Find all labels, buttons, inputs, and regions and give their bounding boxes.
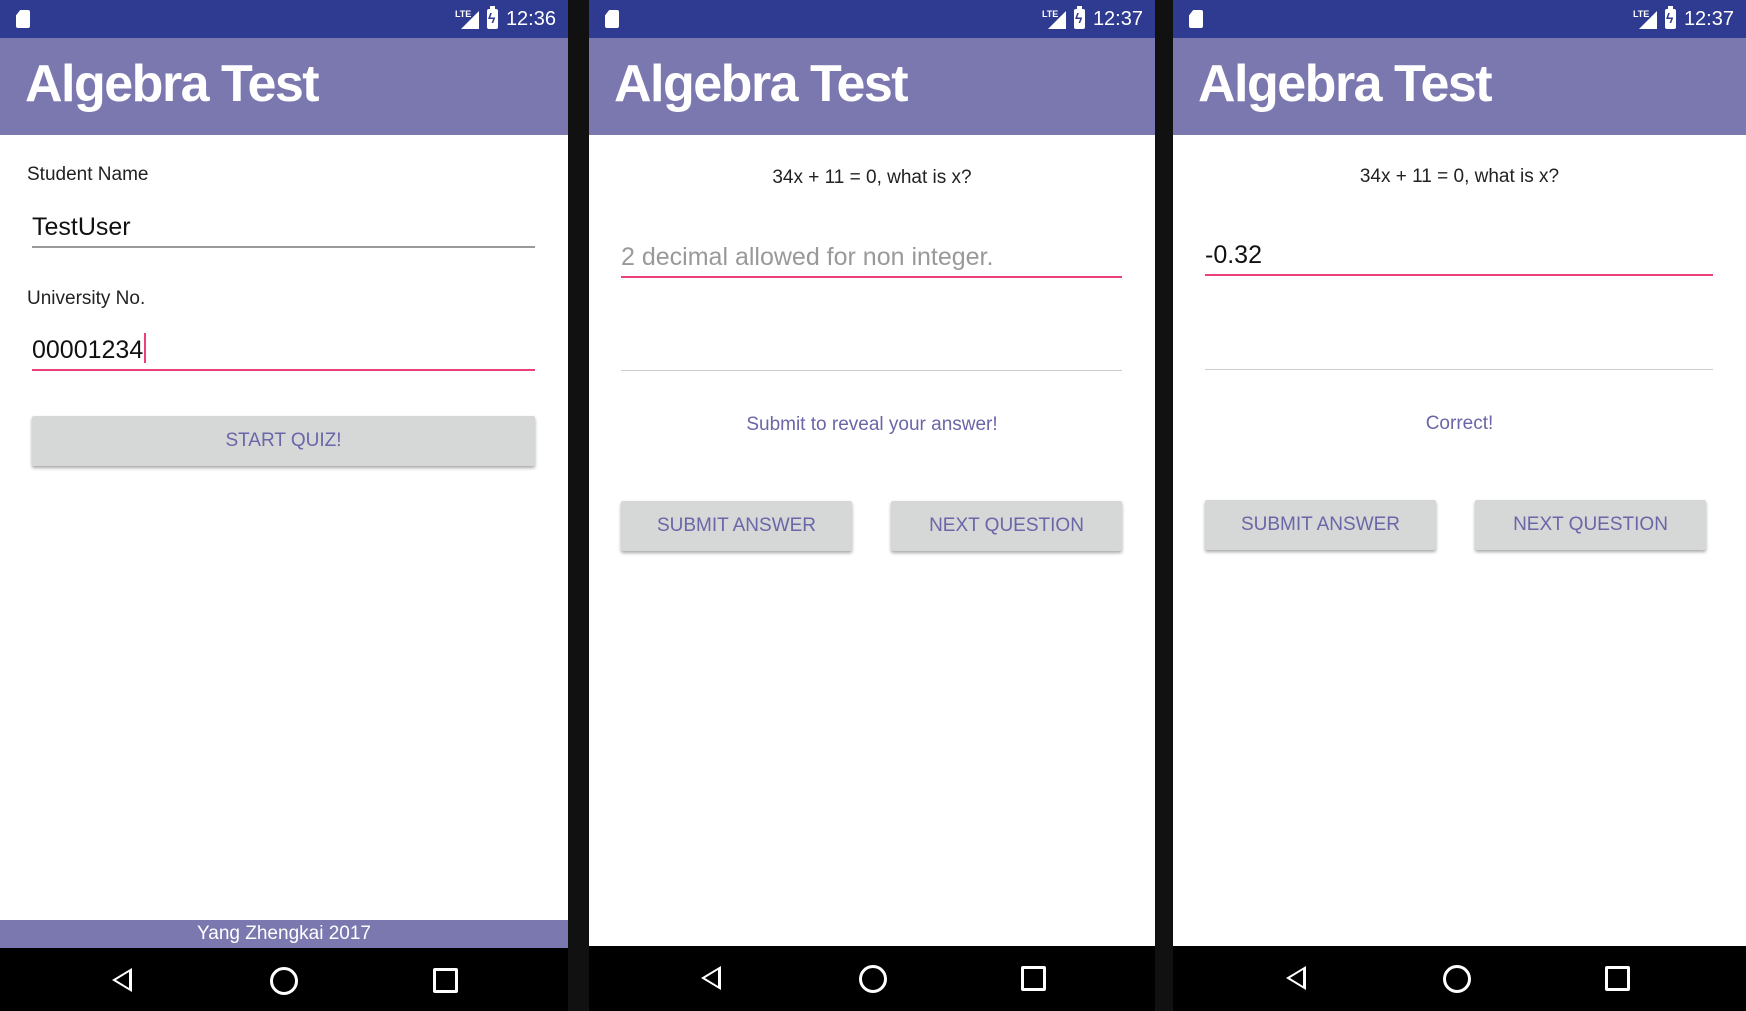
nav-home-icon[interactable] [270, 967, 298, 995]
status-bar: LTE 12:36 [0, 0, 568, 38]
status-time: 12:37 [1092, 7, 1143, 30]
start-quiz-button[interactable]: START QUIZ! [32, 416, 535, 466]
submit-answer-button[interactable]: SUBMIT ANSWER [621, 501, 852, 551]
sd-card-icon [1189, 10, 1203, 28]
lte-signal-icon: LTE [1633, 9, 1657, 29]
nav-back-icon[interactable] [701, 966, 721, 990]
footer: Yang Zhengkai 2017 [0, 920, 568, 948]
result-screen: LTE 12:37 Algebra Test 34x + 11 = 0, wha… [1173, 0, 1746, 1011]
sd-card-icon [605, 10, 619, 28]
answer-field[interactable]: 2 decimal allowed for non integer. [621, 238, 1122, 278]
divider [621, 370, 1122, 371]
battery-charging-icon [1664, 6, 1676, 29]
status-bar: LTE 12:37 [1173, 0, 1746, 38]
submit-answer-button[interactable]: SUBMIT ANSWER [1205, 500, 1436, 550]
status-bar: LTE 12:37 [589, 0, 1155, 38]
nav-recents-icon[interactable] [1021, 966, 1046, 991]
answer-field[interactable]: -0.32 [1205, 236, 1713, 276]
sd-card-icon [16, 10, 30, 28]
app-title: Algebra Test [1198, 55, 1493, 113]
nav-recents-icon[interactable] [433, 968, 458, 993]
feedback-text: Submit to reveal your answer! [746, 414, 998, 435]
question-text: 34x + 11 = 0, what is x? [772, 167, 972, 188]
question-text: 34x + 11 = 0, what is x? [1359, 166, 1560, 187]
divider [1205, 369, 1713, 370]
university-no-label: University No. [27, 288, 146, 309]
app-bar: Algebra Test [589, 38, 1155, 135]
answer-placeholder: 2 decimal allowed for non integer. [621, 243, 994, 271]
nav-back-icon[interactable] [112, 968, 132, 992]
status-time: 12:37 [1683, 7, 1734, 30]
answer-value: -0.32 [1205, 241, 1262, 269]
app-bar: Algebra Test [0, 38, 568, 135]
university-no-field[interactable]: 00001234 [32, 331, 535, 371]
student-name-value: TestUser [32, 213, 131, 241]
nav-bar [1173, 946, 1746, 1011]
university-no-value: 00001234 [32, 336, 144, 364]
feedback-text: Correct! [1425, 413, 1494, 434]
next-question-button[interactable]: NEXT QUESTION [891, 501, 1122, 551]
nav-back-icon[interactable] [1286, 966, 1306, 990]
lte-signal-icon: LTE [455, 9, 479, 29]
battery-charging-icon [1073, 6, 1085, 29]
battery-charging-icon [486, 6, 498, 29]
nav-bar [589, 946, 1155, 1011]
student-name-field[interactable]: TestUser [32, 208, 535, 248]
nav-home-icon[interactable] [859, 965, 887, 993]
status-time: 12:36 [505, 7, 556, 30]
app-bar: Algebra Test [1173, 38, 1746, 135]
nav-bar [0, 948, 568, 1011]
lte-signal-icon: LTE [1042, 9, 1066, 29]
student-name-label: Student Name [27, 164, 149, 185]
text-cursor [144, 333, 147, 363]
app-title: Algebra Test [25, 55, 320, 113]
app-title: Algebra Test [614, 55, 909, 113]
question-screen: LTE 12:37 Algebra Test 34x + 11 = 0, wha… [589, 0, 1155, 1011]
nav-recents-icon[interactable] [1605, 966, 1630, 991]
next-question-button[interactable]: NEXT QUESTION [1475, 500, 1706, 550]
login-screen: LTE 12:36 Algebra Test Student Name Test… [0, 0, 568, 1011]
nav-home-icon[interactable] [1443, 965, 1471, 993]
